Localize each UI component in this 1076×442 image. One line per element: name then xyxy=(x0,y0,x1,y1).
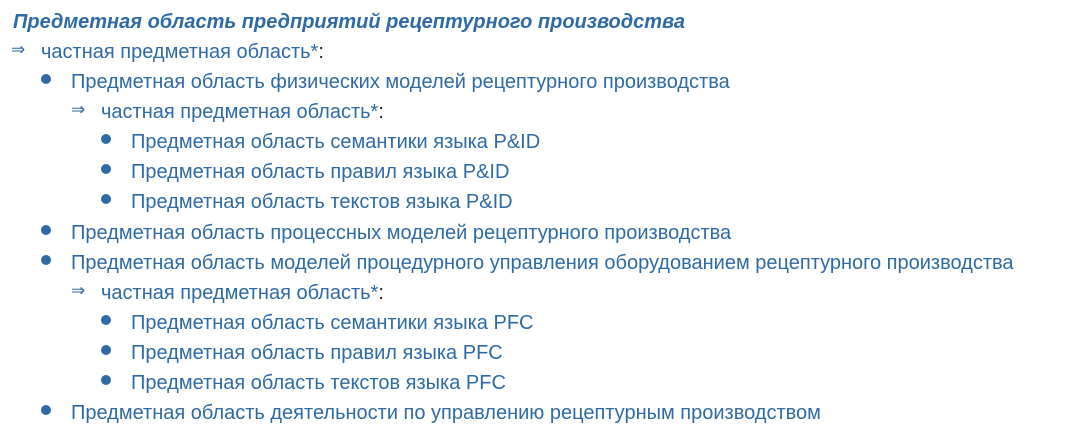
item-link[interactable]: Предметная область деятельности по управ… xyxy=(71,402,821,424)
relation-row-procedural: ⇒ частная предметная область*: xyxy=(71,278,384,308)
bullet-icon xyxy=(101,134,111,144)
relation-colon: : xyxy=(318,41,324,63)
implies-arrow-icon: ⇒ xyxy=(71,100,86,119)
item-link[interactable]: Предметная область процессных моделей ре… xyxy=(71,222,731,244)
item-link[interactable]: Предметная область текстов языка P&ID xyxy=(131,191,513,213)
bullet-icon xyxy=(41,225,51,235)
list-item: Предметная область текстов языка P&ID xyxy=(101,187,513,217)
item-link[interactable]: Предметная область физических моделей ре… xyxy=(71,71,730,93)
list-item: Предметная область текстов языка PFC xyxy=(101,368,506,398)
item-link[interactable]: Предметная область семантики языка P&ID xyxy=(131,131,540,153)
bullet-icon xyxy=(41,74,51,84)
relation-row-physical: ⇒ частная предметная область*: xyxy=(71,97,384,127)
bullet-icon xyxy=(101,345,111,355)
bullet-icon xyxy=(101,194,111,204)
list-item: Предметная область моделей процедурного … xyxy=(41,248,1014,278)
list-item: Предметная область правил языка P&ID xyxy=(101,157,509,187)
implies-arrow-icon: ⇒ xyxy=(71,281,86,300)
relation-link[interactable]: частная предметная область* xyxy=(101,282,378,304)
relation-link[interactable]: частная предметная область* xyxy=(101,101,378,123)
bullet-icon xyxy=(101,164,111,174)
relation-row-root: ⇒ частная предметная область*: xyxy=(11,37,324,67)
bullet-icon xyxy=(101,375,111,385)
bullet-icon xyxy=(41,255,51,265)
bullet-icon xyxy=(41,405,51,415)
list-item: Предметная область правил языка PFC xyxy=(101,338,503,368)
list-item: Предметная область процессных моделей ре… xyxy=(41,218,731,248)
item-link[interactable]: Предметная область правил языка PFC xyxy=(131,342,503,364)
list-item: Предметная область деятельности по управ… xyxy=(41,398,821,428)
item-link[interactable]: Предметная область правил языка P&ID xyxy=(131,161,509,183)
item-link[interactable]: Предметная область текстов языка PFC xyxy=(131,372,506,394)
relation-link[interactable]: частная предметная область* xyxy=(41,41,318,63)
page-title: Предметная область предприятий рецептурн… xyxy=(13,11,685,33)
list-item: Предметная область семантики языка PFC xyxy=(101,308,533,338)
list-item: Предметная область семантики языка P&ID xyxy=(101,127,540,157)
item-link[interactable]: Предметная область семантики языка PFC xyxy=(131,312,533,334)
item-link[interactable]: Предметная область моделей процедурного … xyxy=(71,252,1014,274)
list-item: Предметная область физических моделей ре… xyxy=(41,67,730,97)
implies-arrow-icon: ⇒ xyxy=(11,40,26,59)
relation-colon: : xyxy=(378,101,384,123)
relation-colon: : xyxy=(378,282,384,304)
bullet-icon xyxy=(101,315,111,325)
